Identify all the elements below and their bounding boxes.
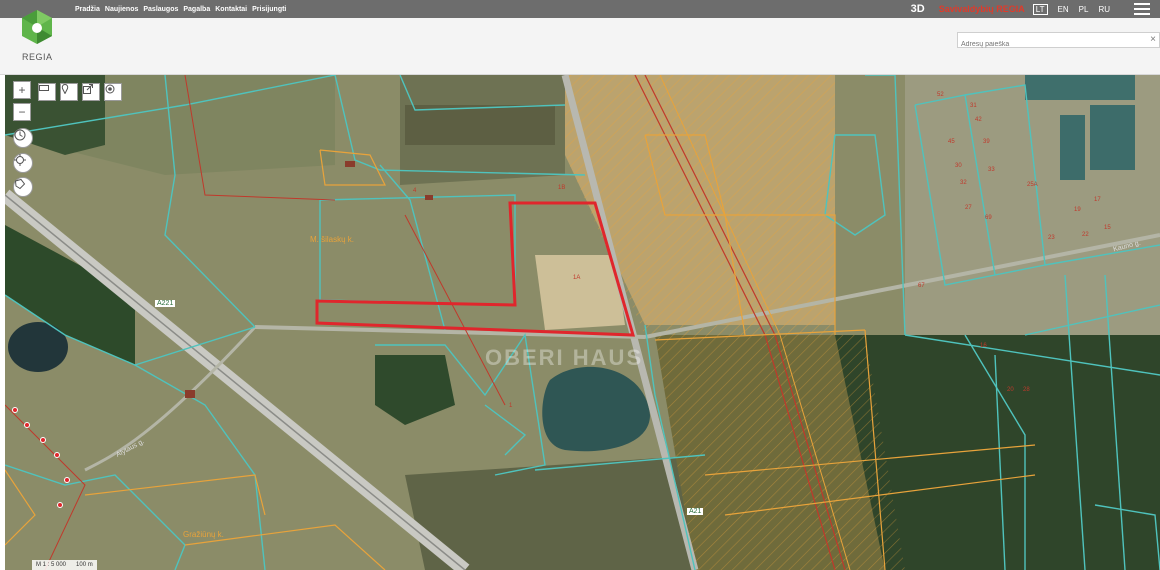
ploughed-field (405, 105, 555, 145)
location-tool-icon[interactable] (104, 83, 122, 101)
3d-mode-button[interactable]: 3D (911, 3, 925, 15)
pond-east-1 (1060, 115, 1085, 180)
polygon-select-icon[interactable] (13, 177, 33, 197)
hamburger-menu-icon[interactable] (1134, 3, 1150, 15)
nav-item-home[interactable]: Pradžia (75, 6, 100, 13)
topbar-right: 3D Savivaldybių REGIA LT EN PL RU (911, 0, 1160, 18)
parcel-number: 1B (558, 185, 566, 191)
nav-item-contacts[interactable]: Kontaktai (215, 6, 247, 13)
history-clock-icon[interactable] (13, 128, 33, 148)
parcel-number: 30 (955, 163, 962, 169)
quarry-1a (535, 255, 625, 330)
header: REGIA × (0, 10, 1160, 75)
building (425, 195, 433, 200)
lang-ru[interactable]: RU (1098, 5, 1110, 14)
building (345, 161, 355, 167)
nav-item-login[interactable]: Prisijungti (252, 6, 286, 13)
parcel-number: 42 (975, 117, 982, 123)
address-search: × (957, 32, 1160, 52)
parcel-number: 16 (980, 343, 987, 349)
building (185, 390, 195, 398)
clear-search-icon[interactable]: × (1150, 34, 1156, 46)
lang-lt[interactable]: LT (1032, 3, 1048, 15)
nav-item-help[interactable]: Pagalba (183, 6, 210, 13)
parcel-number: 52 (937, 92, 944, 98)
gps-target-icon[interactable] (13, 153, 33, 173)
road-badge-a221: A221 (155, 300, 176, 307)
parcel-number: 20 (1007, 387, 1014, 393)
scale-distance: 100 m (76, 562, 93, 568)
measure-tool-icon[interactable] (38, 83, 56, 101)
marker-tool-icon[interactable] (60, 83, 78, 101)
parcel-number: 1 (509, 403, 513, 409)
village-label: M. šilaskų k. (310, 235, 355, 244)
logo-text: REGIA (22, 52, 53, 62)
parcel-number: 28 (1023, 387, 1030, 393)
top-navigation-bar: Pradžia Naujienos Paslaugos Pagalba Kont… (0, 0, 1160, 18)
share-tool-icon[interactable] (82, 83, 100, 101)
scale-ratio: M 1 : 5 000 (36, 562, 67, 568)
parcel-number: 19 (1074, 207, 1081, 213)
address-search-input[interactable] (958, 37, 1149, 52)
parcel-number: 45 (948, 139, 955, 145)
pond-west (8, 322, 68, 372)
parcel-number: 39 (983, 139, 990, 145)
village-label-south: Gražiūnų k. (183, 530, 224, 539)
main-nav: Pradžia Naujienos Paslaugos Pagalba Kont… (75, 0, 286, 18)
pond-east-2 (1090, 105, 1135, 170)
lang-pl[interactable]: PL (1079, 5, 1089, 14)
zoom-out-button[interactable]: − (13, 103, 31, 121)
nav-item-services[interactable]: Paslaugos (143, 6, 178, 13)
parcel-number: 67 (918, 283, 925, 289)
road-badge-a21: A21 (687, 508, 704, 515)
parcel-number: 15 (1104, 225, 1111, 231)
parcel-number: 69 (985, 215, 992, 221)
parcel-number: 33 (988, 167, 995, 173)
parcel-number: 31 (970, 103, 977, 109)
brand-title: Savivaldybių REGIA (938, 4, 1025, 14)
watermark-text: OBERI HAUS (485, 345, 644, 370)
parcel-number: 4 (413, 188, 417, 194)
lang-en[interactable]: EN (1058, 5, 1069, 14)
parcel-number: 23 (1048, 235, 1055, 241)
protected-zone-south (655, 335, 905, 570)
parcel-number: 1A (573, 275, 581, 281)
parcel-number: 32 (960, 180, 967, 186)
map-viewport[interactable]: M. šilaskų k. Gražiūnų k. A221 A21 Alyta… (5, 75, 1160, 570)
parcel-number: 25A (1027, 182, 1038, 188)
pond-ne (1025, 75, 1135, 100)
aerial-map-canvas (5, 75, 1160, 570)
nav-item-news[interactable]: Naujienos (105, 6, 138, 13)
zoom-in-button[interactable]: + (13, 81, 31, 99)
parcel-number: 22 (1082, 232, 1089, 238)
parcel-number: 17 (1094, 197, 1101, 203)
parcel-number: 27 (965, 205, 972, 211)
map-scale-bar: M 1 : 5 000 100 m (32, 560, 97, 570)
